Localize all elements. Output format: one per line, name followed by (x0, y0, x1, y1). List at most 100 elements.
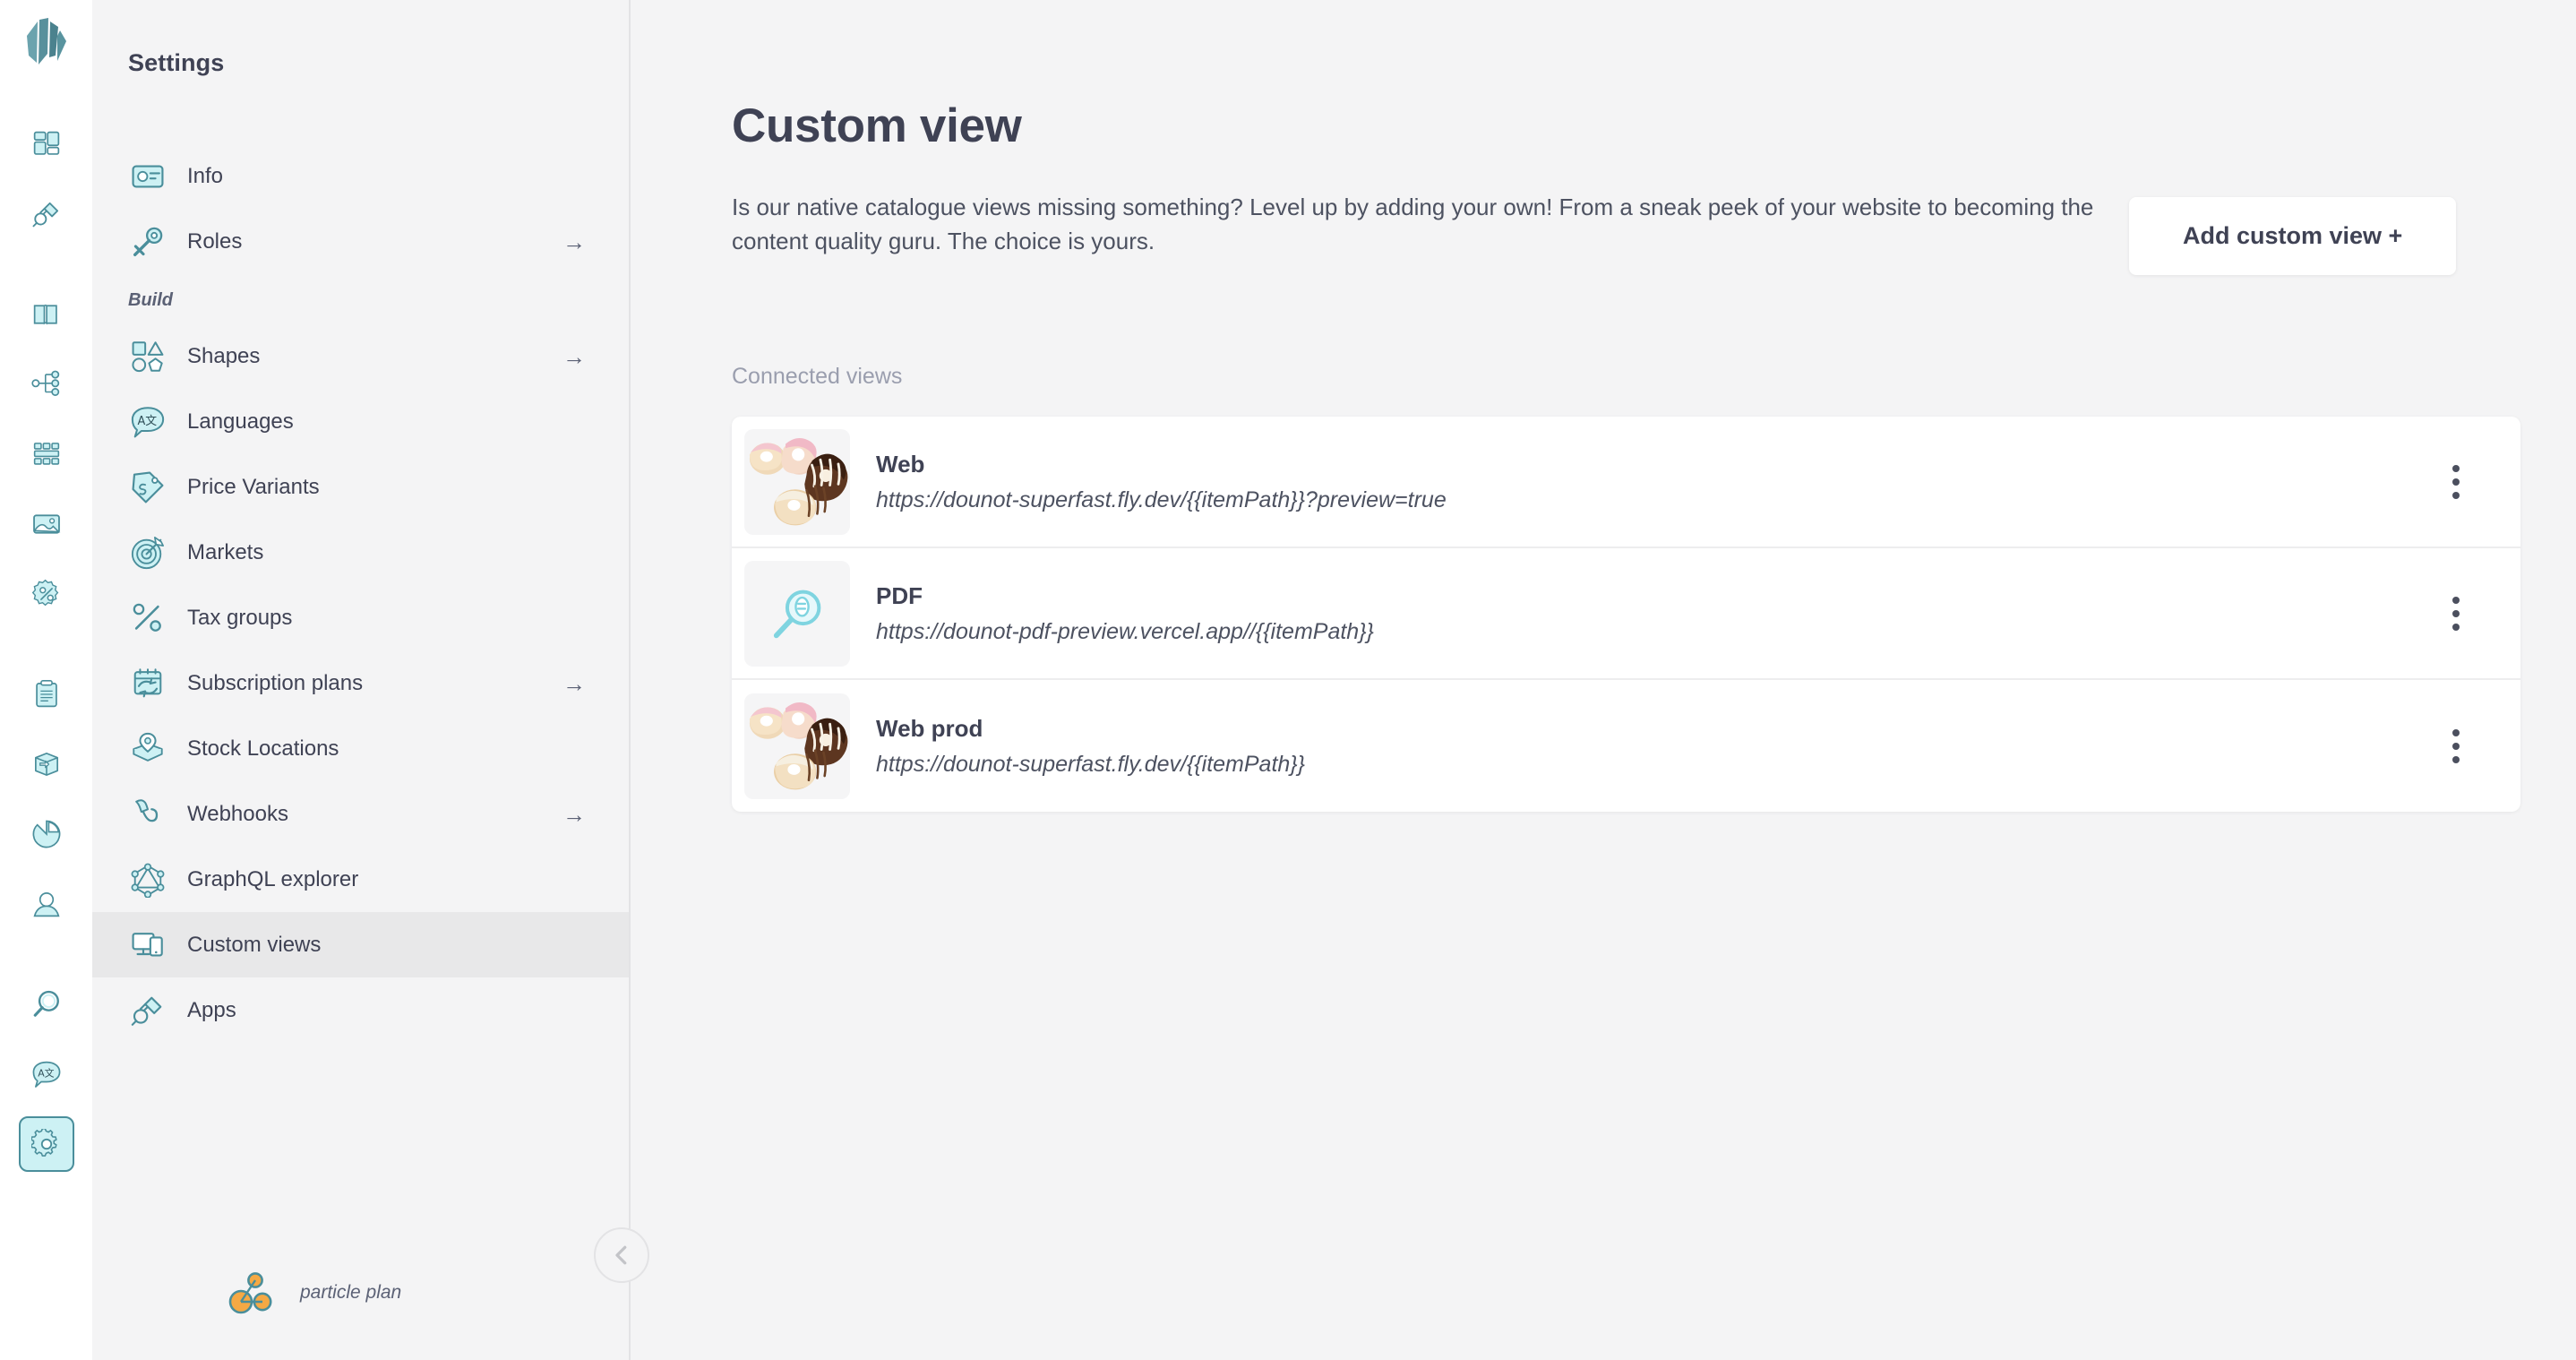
view-url: https://dounot-pdf-preview.vercel.app//{… (876, 618, 1374, 644)
sidebar-item-apps[interactable]: Apps (92, 977, 629, 1043)
sidebar-item-label: Shapes (187, 343, 261, 368)
view-name: Web prod (876, 714, 983, 742)
key-icon (128, 222, 167, 262)
percent-icon (128, 598, 167, 638)
donuts-image (744, 693, 850, 799)
sidebar-item-label: GraphQL explorer (187, 866, 359, 891)
page-header-actions: Add custom view + (2129, 99, 2520, 275)
view-text: Web https://dounot-superfast.fly.dev/{{i… (876, 451, 2434, 513)
sidebar-item-webhooks[interactable]: Webhooks → (92, 781, 629, 847)
arrow-right-icon: → (562, 228, 586, 255)
rail-item-shipments[interactable] (19, 736, 74, 792)
view-name: Web (876, 450, 925, 478)
kebab-menu-icon[interactable] (2434, 592, 2477, 635)
arrow-right-icon: → (562, 342, 586, 370)
rail-item-discounts[interactable] (19, 566, 74, 622)
page-description: Is our native catalogue views missing so… (732, 194, 2094, 254)
webhook-icon (128, 795, 167, 834)
sidebar-item-tax-groups[interactable]: Tax groups (92, 585, 629, 650)
main-content: Custom view Is our native catalogue view… (631, 0, 2576, 1360)
rail-item-settings[interactable] (18, 1116, 74, 1172)
sidebar-item-label: Subscription plans (187, 670, 364, 695)
page-header: Custom view Is our native catalogue view… (732, 99, 2576, 275)
rail-group-primary (19, 109, 74, 249)
view-text: Web prod https://dounot-superfast.fly.de… (876, 715, 2434, 778)
rail-item-analytics[interactable] (19, 806, 74, 862)
plan-badge[interactable]: particle plan (92, 1226, 629, 1360)
sidebar-item-roles[interactable]: Roles → (92, 209, 629, 274)
icon-rail (0, 0, 92, 1360)
rail-item-grids[interactable] (19, 426, 74, 482)
rail-item-orders[interactable] (19, 667, 74, 722)
sidebar-title: Settings (128, 49, 225, 76)
custom-views-icon (128, 925, 167, 965)
rail-item-media[interactable] (19, 496, 74, 552)
page-title: Custom view (732, 99, 1022, 152)
sidebar-item-label: Apps (187, 997, 236, 1022)
crystallize-logo[interactable] (23, 18, 70, 73)
sidebar-item-label: Roles (187, 228, 243, 254)
sidebar-section-build: Build (128, 290, 173, 310)
plug-icon (128, 991, 167, 1030)
subscription-icon (128, 664, 167, 703)
chevron-left-icon (615, 1245, 627, 1265)
arrow-right-icon: → (562, 669, 586, 697)
sidebar-nav: Info Roles → Build Shapes → Languages Pr… (92, 143, 629, 1190)
sidebar-item-info[interactable]: Info (92, 143, 629, 209)
page-header-text: Custom view Is our native catalogue view… (732, 99, 2129, 258)
rail-item-structure[interactable] (19, 357, 74, 412)
view-url: https://dounot-superfast.fly.dev/{{itemP… (876, 751, 1306, 777)
sidebar-item-label: Markets (187, 539, 264, 564)
rail-group-catalogue (19, 280, 74, 629)
graphql-icon (128, 860, 167, 899)
rail-item-search[interactable] (19, 977, 74, 1032)
rail-group-tools (18, 969, 74, 1179)
rail-item-catalogue[interactable] (19, 287, 74, 342)
kebab-menu-icon[interactable] (2434, 725, 2477, 768)
sidebar-item-label: Languages (187, 409, 294, 434)
list-item[interactable]: Web https://dounot-superfast.fly.dev/{{i… (732, 417, 2520, 548)
view-text: PDF https://dounot-pdf-preview.vercel.ap… (876, 582, 2434, 645)
sidebar-item-markets[interactable]: Markets (92, 520, 629, 585)
view-url: https://dounot-superfast.fly.dev/{{itemP… (876, 486, 1447, 512)
stock-location-icon (128, 729, 167, 769)
rail-item-dashboard[interactable] (19, 116, 74, 172)
sidebar-item-shapes[interactable]: Shapes → (92, 323, 629, 389)
sidebar-item-graphql-explorer[interactable]: GraphQL explorer (92, 847, 629, 912)
list-item[interactable]: Web prod https://dounot-superfast.fly.de… (732, 680, 2520, 812)
shapes-icon (128, 337, 167, 376)
donuts-image (744, 428, 850, 535)
rail-item-apps[interactable] (19, 186, 74, 242)
add-custom-view-button[interactable]: Add custom view + (2129, 197, 2457, 275)
sidebar-item-price-variants[interactable]: Price Variants (92, 454, 629, 520)
connected-views-label: Connected views (732, 364, 903, 389)
rail-group-commerce (19, 659, 74, 939)
rail-item-translate[interactable] (19, 1046, 74, 1102)
app-root: Settings Info Roles → Build Shapes → Lan… (0, 0, 2576, 1360)
rail-item-customers[interactable] (19, 876, 74, 932)
particle-icon (227, 1268, 277, 1318)
sidebar-item-languages[interactable]: Languages (92, 389, 629, 454)
sidebar-item-label: Webhooks (187, 801, 288, 826)
id-card-icon (128, 157, 167, 196)
list-item[interactable]: PDF https://dounot-pdf-preview.vercel.ap… (732, 548, 2520, 680)
settings-sidebar: Settings Info Roles → Build Shapes → Lan… (92, 0, 710, 1360)
translate-icon (128, 402, 167, 442)
sidebar-item-subscription-plans[interactable]: Subscription plans → (92, 650, 629, 716)
view-name: PDF (876, 581, 923, 609)
sidebar-item-label: Custom views (187, 932, 322, 957)
sidebar-item-custom-views[interactable]: Custom views (92, 912, 629, 977)
sidebar-item-label: Info (187, 163, 224, 188)
sidebar-item-label: Price Variants (187, 474, 320, 499)
plan-name: particle plan (300, 1282, 402, 1303)
sidebar-item-label: Tax groups (187, 605, 293, 630)
price-tag-icon (128, 468, 167, 507)
target-icon (128, 533, 167, 572)
sidebar-item-label: Stock Locations (187, 736, 339, 761)
magnifier-image (744, 560, 850, 667)
sidebar-collapse-button[interactable] (594, 1227, 649, 1283)
sidebar-item-stock-locations[interactable]: Stock Locations (92, 716, 629, 781)
connected-views-list: Web https://dounot-superfast.fly.dev/{{i… (732, 417, 2520, 812)
kebab-menu-icon[interactable] (2434, 461, 2477, 504)
arrow-right-icon: → (562, 800, 586, 828)
